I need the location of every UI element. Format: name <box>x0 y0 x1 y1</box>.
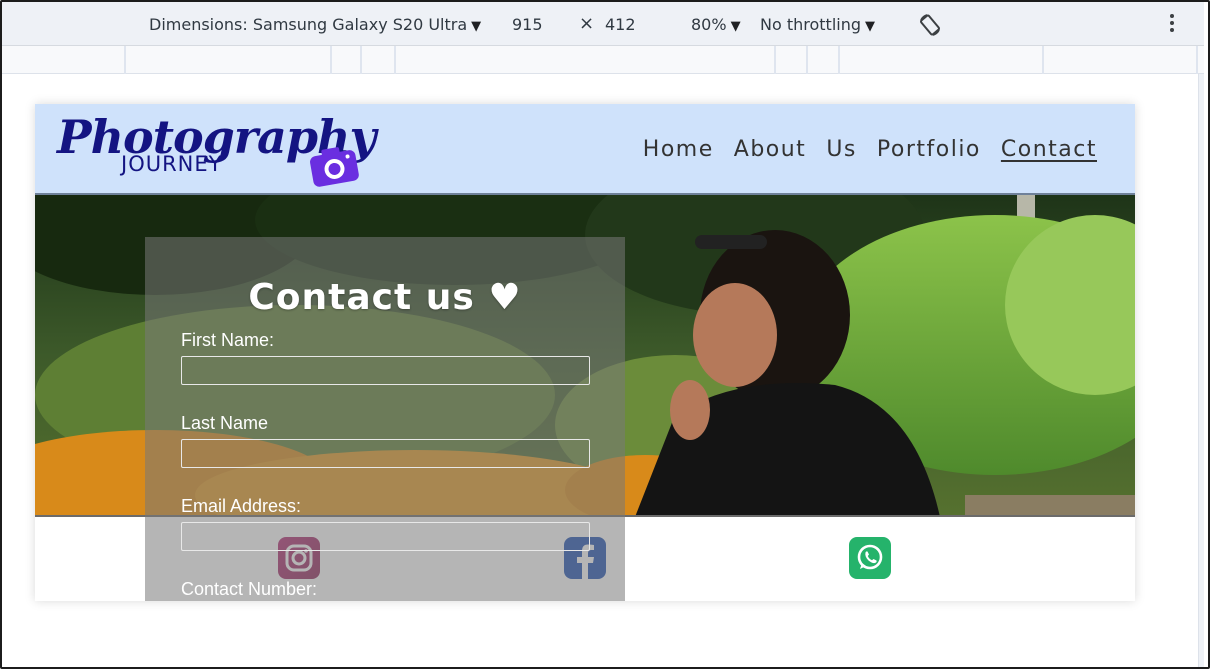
device-toolbar: Dimensions: Samsung Galaxy S20 Ultra ▼ 91… <box>2 2 1204 46</box>
first-name-label: First Name: <box>181 330 275 350</box>
resize-handle[interactable] <box>1198 74 1204 667</box>
contact-number-label: Contact Number: <box>181 579 318 599</box>
caret-down-icon: ▼ <box>865 19 876 34</box>
contact-form: Contact us ♥ First Name: Last Name Email… <box>145 237 625 601</box>
zoom-label: 80% <box>691 15 727 34</box>
width-input[interactable]: 915 <box>512 15 543 34</box>
more-options-icon[interactable] <box>1162 14 1182 38</box>
zoom-select[interactable]: 80% ▼ <box>691 15 741 34</box>
caret-down-icon: ▼ <box>730 19 741 34</box>
device-label: Dimensions: Samsung Galaxy S20 Ultra <box>149 15 468 34</box>
media-query-ruler <box>2 46 1204 74</box>
logo-subtitle: JOURNEY <box>121 152 223 176</box>
first-name-input[interactable] <box>181 356 590 385</box>
nav-about[interactable]: About <box>734 137 807 162</box>
main-nav: Home About Us Portfolio Contact <box>643 137 1097 162</box>
rotate-icon[interactable] <box>916 11 944 39</box>
device-viewport: Photography JOURNEY Home About Us Portfo… <box>35 104 1135 601</box>
last-name-label: Last Name <box>181 413 269 433</box>
camera-icon <box>310 147 359 187</box>
last-name-input[interactable] <box>181 439 590 468</box>
device-select[interactable]: Dimensions: Samsung Galaxy S20 Ultra ▼ <box>149 15 481 34</box>
nav-us[interactable]: Us <box>826 137 857 162</box>
throttling-label: No throttling <box>760 15 862 34</box>
throttling-select[interactable]: No throttling ▼ <box>760 15 875 34</box>
nav-contact[interactable]: Contact <box>1001 137 1097 162</box>
form-title: Contact us ♥ <box>248 277 522 318</box>
dimension-separator: × <box>579 13 595 34</box>
email-input[interactable] <box>181 522 590 551</box>
nav-home[interactable]: Home <box>643 137 714 162</box>
whatsapp-icon[interactable] <box>849 537 891 579</box>
height-input[interactable]: 412 <box>605 15 636 34</box>
caret-down-icon: ▼ <box>471 19 482 34</box>
email-label: Email Address: <box>181 496 302 516</box>
nav-portfolio[interactable]: Portfolio <box>877 137 981 162</box>
site-header: Photography JOURNEY Home About Us Portfo… <box>35 104 1135 195</box>
